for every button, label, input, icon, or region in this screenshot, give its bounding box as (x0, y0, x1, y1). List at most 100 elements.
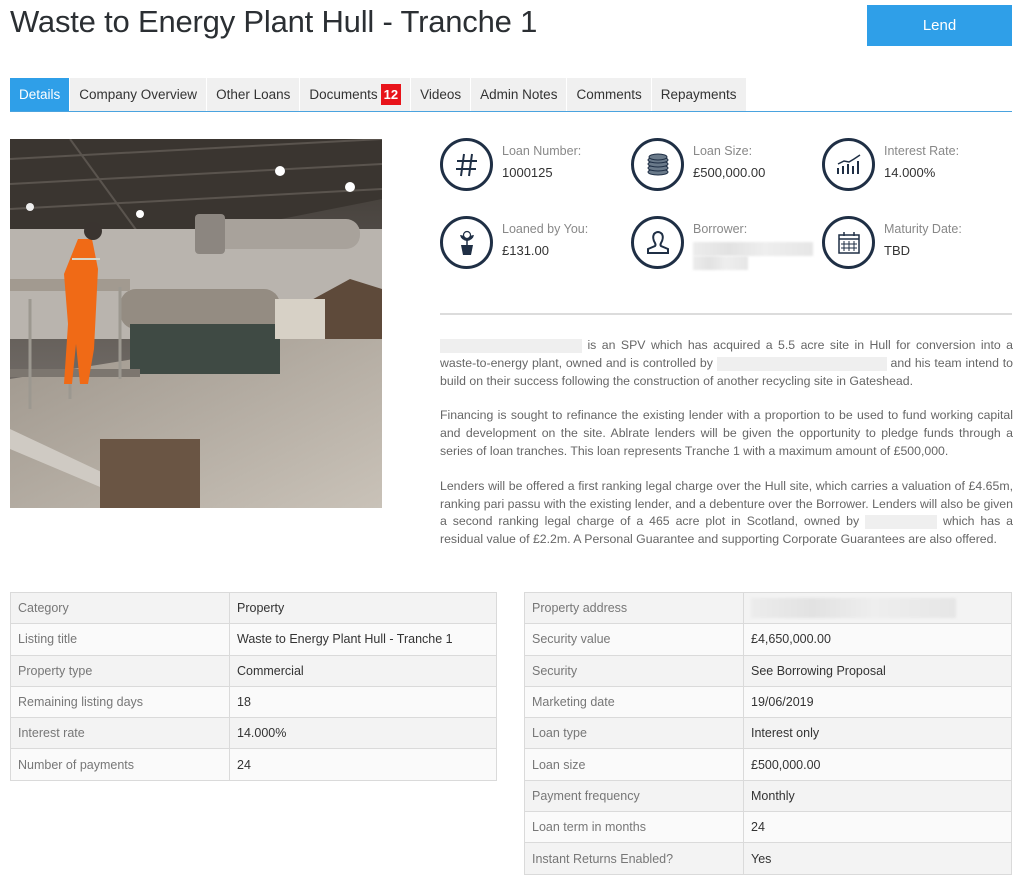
stat-value: TBD (884, 243, 910, 258)
tab-label: Admin Notes (480, 87, 558, 102)
tab-label: Company Overview (79, 87, 198, 102)
row-value: 24 (743, 811, 1012, 844)
loan-photo (10, 139, 382, 508)
row-value: 18 (229, 685, 497, 719)
row-key: Property address (524, 591, 744, 625)
section-divider (440, 313, 1012, 315)
row-key: Instant Returns Enabled? (524, 842, 744, 875)
stat-borrower: Borrower: (631, 216, 821, 276)
table-row: Property address (524, 591, 1012, 625)
page-title: Waste to Energy Plant Hull - Tranche 1 (10, 4, 538, 39)
table-row: Security See Borrowing Proposal (524, 654, 1012, 687)
stat-value: £500,000.00 (693, 165, 766, 180)
tab-comments[interactable]: Comments (567, 78, 652, 111)
stat-value: £131.00 (502, 243, 549, 258)
tab-company-overview[interactable]: Company Overview (70, 78, 208, 111)
hash-icon (440, 138, 493, 191)
loan-description: is an SPV which has acquired a 5.5 acre … (440, 337, 1013, 566)
row-value: See Borrowing Proposal (743, 654, 1012, 687)
table-row: Interest rate 14.000% (10, 717, 497, 750)
row-key: Loan term in months (524, 811, 744, 844)
borrower-name-redacted-2 (693, 256, 748, 270)
property-details-table: Property address Security value £4,650,00… (524, 591, 1012, 875)
row-key: Property type (10, 654, 230, 687)
tab-repayments[interactable]: Repayments (651, 78, 747, 111)
chart-up-icon (822, 138, 875, 191)
stat-value: 1000125 (502, 165, 553, 180)
row-value: Monthly (743, 779, 1012, 813)
row-value: 24 (229, 748, 497, 781)
row-key: Remaining listing days (10, 685, 230, 719)
stat-loaned-by-you: Loaned by You: £131.00 (440, 216, 630, 276)
description-paragraph: Lenders will be offered a first ranking … (440, 478, 1013, 549)
row-value: Waste to Energy Plant Hull - Tranche 1 (229, 623, 497, 656)
stat-label: Loan Size: (693, 144, 753, 158)
tab-documents[interactable]: Documents 12 (300, 78, 412, 111)
stat-loan-size: Loan Size: £500,000.00 (631, 138, 821, 198)
description-paragraph: is an SPV which has acquired a 5.5 acre … (440, 337, 1013, 390)
row-key: Security value (524, 623, 744, 656)
row-value: Commercial (229, 654, 497, 687)
loan-stats: Loan Number: 1000125 Loan Size: £500,000… (440, 138, 1015, 288)
row-key: Interest rate (10, 717, 230, 750)
table-row: Loan type Interest only (524, 717, 1012, 750)
user-icon (631, 216, 684, 269)
table-row: Security value £4,650,000.00 (524, 623, 1012, 656)
tab-label: Details (19, 87, 61, 102)
stat-interest-rate: Interest Rate: 14.000% (822, 138, 1012, 198)
row-key: Marketing date (524, 685, 744, 719)
row-value: £4,650,000.00 (743, 623, 1012, 656)
row-key: Loan type (524, 717, 744, 750)
stat-maturity-date: Maturity Date: TBD (822, 216, 1012, 276)
stat-label: Loaned by You: (502, 222, 589, 236)
stat-label: Interest Rate: (884, 144, 960, 158)
table-row: Property type Commercial (10, 654, 497, 687)
row-key: Number of payments (10, 748, 230, 781)
row-key: Security (524, 654, 744, 687)
tab-label: Documents (309, 87, 378, 102)
row-value: Yes (743, 842, 1012, 875)
tab-details[interactable]: Details (10, 78, 71, 111)
row-value: 19/06/2019 (743, 685, 1012, 719)
row-key: Loan size (524, 748, 744, 781)
row-value: £500,000.00 (743, 748, 1012, 781)
row-key: Payment frequency (524, 779, 744, 813)
loan-details-table: Category Property Listing title Waste to E… (10, 591, 497, 781)
borrower-name-redacted (693, 242, 813, 256)
table-row: Category Property (10, 591, 497, 625)
tab-videos[interactable]: Videos (411, 78, 472, 111)
owner-name-redacted (865, 515, 938, 530)
tab-bar: Details Company Overview Other Loans Doc… (10, 78, 1012, 112)
tab-admin-notes[interactable]: Admin Notes (471, 78, 568, 111)
stat-loan-number: Loan Number: 1000125 (440, 138, 630, 198)
tab-label: Comments (576, 87, 642, 102)
row-key: Category (10, 591, 230, 625)
documents-count-badge: 12 (380, 84, 402, 105)
owner-name-redacted (716, 356, 887, 371)
property-address-redacted (751, 598, 956, 619)
lend-button[interactable]: Lend (867, 5, 1012, 46)
table-row: Instant Returns Enabled? Yes (524, 842, 1012, 875)
table-row: Payment frequency Monthly (524, 779, 1012, 813)
coins-icon (631, 138, 684, 191)
calendar-icon (822, 216, 875, 269)
stat-label: Borrower: (693, 222, 748, 236)
tab-other-loans[interactable]: Other Loans (207, 78, 301, 111)
table-row: Listing title Waste to Energy Plant Hull … (10, 623, 497, 656)
row-value (743, 591, 1012, 625)
table-row: Remaining listing days 18 (10, 685, 497, 719)
description-paragraph: Financing is sought to refinance the exi… (440, 408, 1013, 458)
row-value: Interest only (743, 717, 1012, 750)
table-row: Loan size £500,000.00 (524, 748, 1012, 781)
plant-money-icon (440, 216, 493, 269)
row-value: 14.000% (229, 717, 497, 750)
stat-label: Loan Number: (502, 144, 582, 158)
table-row: Marketing date 19/06/2019 (524, 685, 1012, 719)
stat-value: 14.000% (884, 165, 936, 180)
row-key: Listing title (10, 623, 230, 656)
tab-label: Other Loans (216, 87, 291, 102)
tab-label: Videos (420, 87, 462, 102)
company-name-redacted (440, 338, 582, 353)
table-row: Number of payments 24 (10, 748, 497, 781)
stat-label: Maturity Date: (884, 222, 962, 236)
